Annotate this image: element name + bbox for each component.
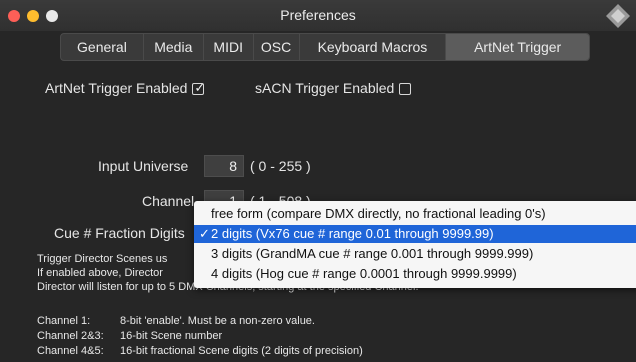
artnet-enable-row[interactable]: ArtNet Trigger Enabled ✓	[45, 80, 206, 96]
tab-keyboard-macros[interactable]: Keyboard Macros	[300, 34, 447, 60]
title-bar: Preferences	[0, 0, 636, 31]
description-line-2: If enabled above, Director	[37, 267, 163, 279]
checkmark-icon: ✓	[199, 226, 210, 241]
tab-general[interactable]: General	[61, 34, 144, 60]
channel-info-key: Channel 1:	[37, 315, 91, 327]
tab-media[interactable]: Media	[144, 34, 204, 60]
channel-label: Channel	[142, 193, 195, 209]
menu-item-label: 2 digits (Vx76 cue # range 0.01 through …	[211, 226, 494, 241]
menu-item-2-digits[interactable]: ✓ 2 digits (Vx76 cue # range 0.01 throug…	[194, 225, 636, 243]
input-universe-field[interactable]: 8	[204, 155, 244, 177]
input-universe-label: Input Universe	[98, 158, 189, 174]
description-line-1: Trigger Director Scenes us	[37, 253, 168, 265]
channel-info-value: 16-bit fractional Scene digits (2 digits…	[120, 345, 363, 357]
menu-item-4-digits[interactable]: 4 digits (Hog cue # range 0.0001 through…	[194, 265, 636, 283]
channel-info-value: 8-bit 'enable'. Must be a non-zero value…	[120, 315, 315, 327]
checkmark-icon: ✓	[194, 80, 206, 95]
channel-info-key: Channel 4&5:	[37, 345, 104, 357]
menu-item-3-digits[interactable]: 3 digits (GrandMA cue # range 0.001 thro…	[194, 245, 636, 263]
tab-bar: General Media MIDI OSC Keyboard Macros A…	[60, 33, 590, 61]
artnet-enable-label: ArtNet Trigger Enabled	[45, 80, 188, 96]
app-logo-icon	[606, 4, 630, 28]
menu-item-label: 3 digits (GrandMA cue # range 0.001 thro…	[211, 246, 534, 261]
menu-item-free-form[interactable]: free form (compare DMX directly, no frac…	[194, 205, 636, 223]
window-title: Preferences	[280, 7, 356, 23]
tab-osc[interactable]: OSC	[254, 34, 300, 60]
channel-info-value: 16-bit Scene number	[120, 330, 223, 342]
input-universe-range: ( 0 - 255 )	[250, 158, 311, 174]
cue-fraction-digits-label: Cue # Fraction Digits	[54, 225, 185, 241]
tab-artnet-trigger[interactable]: ArtNet Trigger	[446, 34, 590, 60]
channel-info-key: Channel 2&3:	[37, 330, 104, 342]
artnet-enable-checkbox[interactable]: ✓	[192, 80, 206, 95]
sacn-enable-checkbox[interactable]	[399, 83, 412, 95]
cue-fraction-dropdown-menu: free form (compare DMX directly, no frac…	[194, 201, 636, 288]
sacn-enable-row[interactable]: sACN Trigger Enabled	[255, 80, 412, 96]
tab-midi[interactable]: MIDI	[204, 34, 254, 60]
menu-item-label: free form (compare DMX directly, no frac…	[211, 206, 546, 221]
sacn-enable-label: sACN Trigger Enabled	[255, 80, 395, 96]
menu-item-label: 4 digits (Hog cue # range 0.0001 through…	[211, 266, 517, 281]
